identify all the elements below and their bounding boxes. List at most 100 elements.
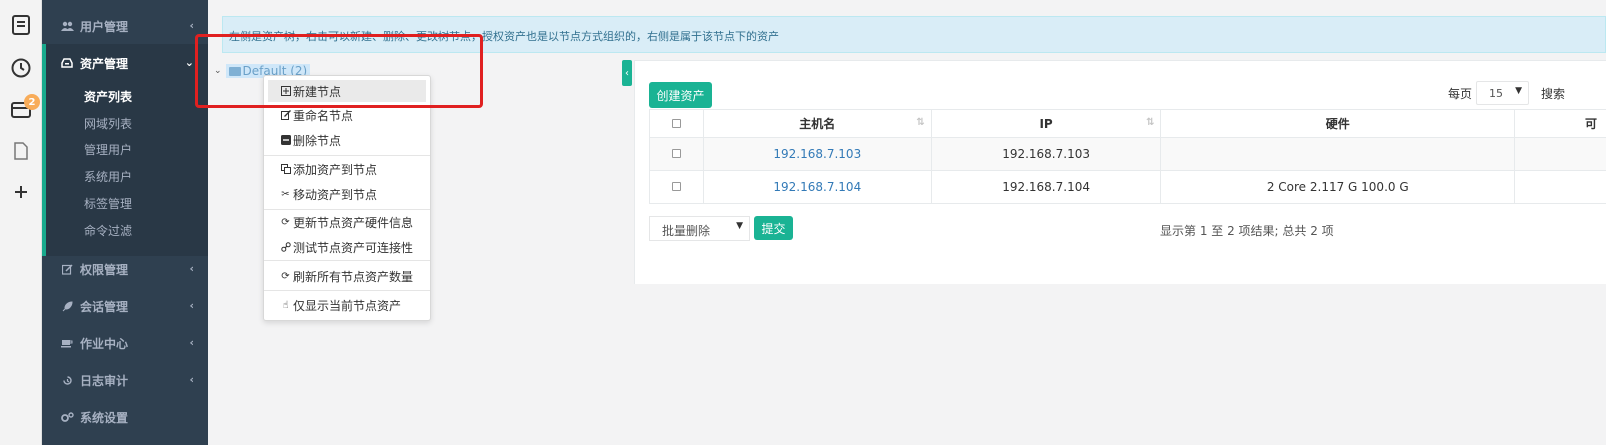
- sub-item-domain-list[interactable]: 网域列表: [84, 115, 132, 132]
- refresh-icon: ⟳: [281, 216, 290, 228]
- menu-item-label: 刷新所有节点资产数量: [293, 269, 414, 284]
- edit-icon: [280, 110, 291, 121]
- chevron-down-icon: ⌄: [184, 56, 194, 69]
- per-page-select[interactable]: 15 ▼: [1476, 81, 1529, 105]
- menu-item-label: 删除节点: [293, 133, 342, 148]
- nav-session-management[interactable]: 会话管理 ‹: [42, 287, 208, 325]
- menu-item-refresh-asset-count[interactable]: ⟳ 刷新所有节点资产数量: [264, 265, 430, 287]
- select-all-cell: [649, 109, 704, 138]
- coffee-icon: [60, 338, 74, 348]
- menu-divider: [264, 290, 430, 291]
- nav-label: 权限管理: [80, 262, 129, 277]
- menu-item-label: 仅显示当前节点资产: [293, 298, 402, 313]
- per-page-label: 每页: [1448, 87, 1473, 101]
- sort-icon: ⇅: [1146, 117, 1155, 128]
- ip-cell: 192.168.7.103: [930, 137, 1162, 171]
- nav-user-management[interactable]: 用户管理 ‹: [42, 7, 208, 45]
- hostname-link[interactable]: 192.168.7.103: [773, 147, 861, 161]
- hardware-cell: 2 Core 2.117 G 100.0 G: [1160, 170, 1515, 204]
- menu-item-label: 移动资产到节点: [293, 187, 378, 202]
- sidebar: 用户管理 ‹ 资产管理 ⌄ 资产列表 网域列表 管理用户 系统用户 标签管理 命…: [42, 0, 208, 445]
- column-header-ip[interactable]: IP ⇅: [930, 109, 1162, 138]
- table-row: 192.168.7.103 192.168.7.103: [649, 137, 1606, 171]
- rocket-icon: [60, 300, 74, 312]
- row-checkbox-cell: [649, 170, 704, 204]
- document-list-icon[interactable]: [9, 13, 33, 37]
- column-header-hostname[interactable]: 主机名 ⇅: [702, 109, 932, 138]
- chevron-down-icon[interactable]: ⌄: [214, 66, 222, 76]
- scissors-icon: ✂: [281, 188, 290, 200]
- column-header-label: IP: [1039, 116, 1053, 131]
- menu-item-test-connectivity[interactable]: 测试节点资产可连接性: [264, 236, 430, 258]
- batch-action-select[interactable]: 批量删除 ▼: [649, 216, 750, 241]
- nav-label: 作业中心: [80, 336, 129, 351]
- file-icon[interactable]: [9, 139, 33, 163]
- nav-label: 资产管理: [80, 56, 129, 71]
- copy-icon: [280, 164, 291, 175]
- menu-divider: [264, 260, 430, 261]
- menu-item-label: 新建节点: [293, 84, 342, 99]
- asset-submenu: 资产列表 网域列表 管理用户 系统用户 标签管理 命令过滤: [42, 82, 208, 256]
- nav-label: 系统设置: [80, 410, 129, 425]
- nav-log-audit[interactable]: 日志审计 ‹: [42, 361, 208, 399]
- plus-icon[interactable]: [9, 180, 33, 204]
- nav-system-settings[interactable]: 系统设置: [42, 398, 208, 436]
- create-asset-button[interactable]: 创建资产: [649, 82, 712, 108]
- users-icon: [60, 21, 74, 31]
- chevron-left-icon: ‹: [189, 19, 194, 32]
- chevron-left-icon: ‹: [189, 336, 194, 349]
- column-header-reachable: 可: [1514, 109, 1606, 138]
- edit-icon: [60, 263, 74, 275]
- menu-item-label: 添加资产到节点: [293, 162, 378, 177]
- menu-item-label: 重命名节点: [293, 108, 354, 123]
- nav-job-center[interactable]: 作业中心 ‹: [42, 324, 208, 362]
- menu-item-show-current-node-only[interactable]: ☝ 仅显示当前节点资产: [264, 294, 430, 316]
- column-header-hardware: 硬件: [1160, 109, 1515, 138]
- nav-permission-management[interactable]: 权限管理 ‹: [42, 250, 208, 288]
- menu-item-new-node[interactable]: 新建节点: [268, 80, 426, 102]
- minus-square-icon: [280, 135, 291, 146]
- sub-item-command-filter[interactable]: 命令过滤: [84, 222, 132, 239]
- menu-item-update-hardware[interactable]: ⟳ 更新节点资产硬件信息: [264, 211, 430, 233]
- dropdown-arrow-icon: ▼: [1515, 86, 1522, 96]
- sub-item-label-management[interactable]: 标签管理: [84, 195, 132, 212]
- sub-item-admin-user[interactable]: 管理用户: [84, 141, 132, 158]
- folder-open-icon: [228, 66, 241, 76]
- sub-item-asset-list[interactable]: 资产列表: [84, 88, 132, 105]
- ip-cell: 192.168.7.104: [930, 170, 1162, 204]
- menu-item-delete-node[interactable]: 删除节点: [264, 129, 430, 151]
- row-checkbox[interactable]: [671, 182, 681, 191]
- refresh-icon: ⟳: [281, 270, 290, 282]
- row-checkbox[interactable]: [671, 149, 681, 158]
- sub-item-system-user[interactable]: 系统用户: [84, 168, 132, 185]
- notification-badge: 2: [24, 94, 40, 110]
- column-header-label: 主机名: [799, 117, 836, 131]
- hostname-link[interactable]: 192.168.7.104: [773, 180, 861, 194]
- plus-square-icon: [280, 86, 291, 97]
- per-page-value: 15: [1489, 87, 1503, 100]
- menu-item-rename-node[interactable]: 重命名节点: [264, 104, 430, 126]
- chevron-left-icon: ‹: [189, 373, 194, 386]
- menu-item-label: 更新节点资产硬件信息: [293, 215, 414, 230]
- row-checkbox-cell: [649, 137, 704, 171]
- collapse-tree-button[interactable]: ‹: [622, 60, 632, 86]
- clock-icon[interactable]: [9, 56, 33, 80]
- hardware-cell: [1160, 137, 1515, 171]
- link-icon: [280, 242, 291, 253]
- gears-icon: [60, 411, 74, 423]
- icon-rail: 2: [0, 0, 42, 445]
- select-all-checkbox[interactable]: [671, 118, 681, 128]
- search-label: 搜索: [1541, 87, 1566, 101]
- sort-icon: ⇅: [916, 117, 925, 128]
- history-icon: [60, 375, 74, 386]
- submit-button[interactable]: 提交: [754, 216, 793, 240]
- nav-label: 用户管理: [80, 19, 129, 34]
- menu-item-add-asset-to-node[interactable]: 添加资产到节点: [264, 158, 430, 180]
- menu-item-label: 测试节点资产可连接性: [293, 240, 414, 255]
- table-row: 192.168.7.104 192.168.7.104 2 Core 2.117…: [649, 170, 1606, 204]
- menu-item-move-asset-to-node[interactable]: ✂ 移动资产到节点: [264, 183, 430, 205]
- table-header-row: 主机名 ⇅ IP ⇅ 硬件 可: [649, 109, 1606, 138]
- reachable-cell: [1514, 170, 1606, 204]
- hostname-cell: 192.168.7.103: [702, 137, 932, 171]
- nav-asset-management[interactable]: 资产管理 ⌄: [42, 44, 208, 82]
